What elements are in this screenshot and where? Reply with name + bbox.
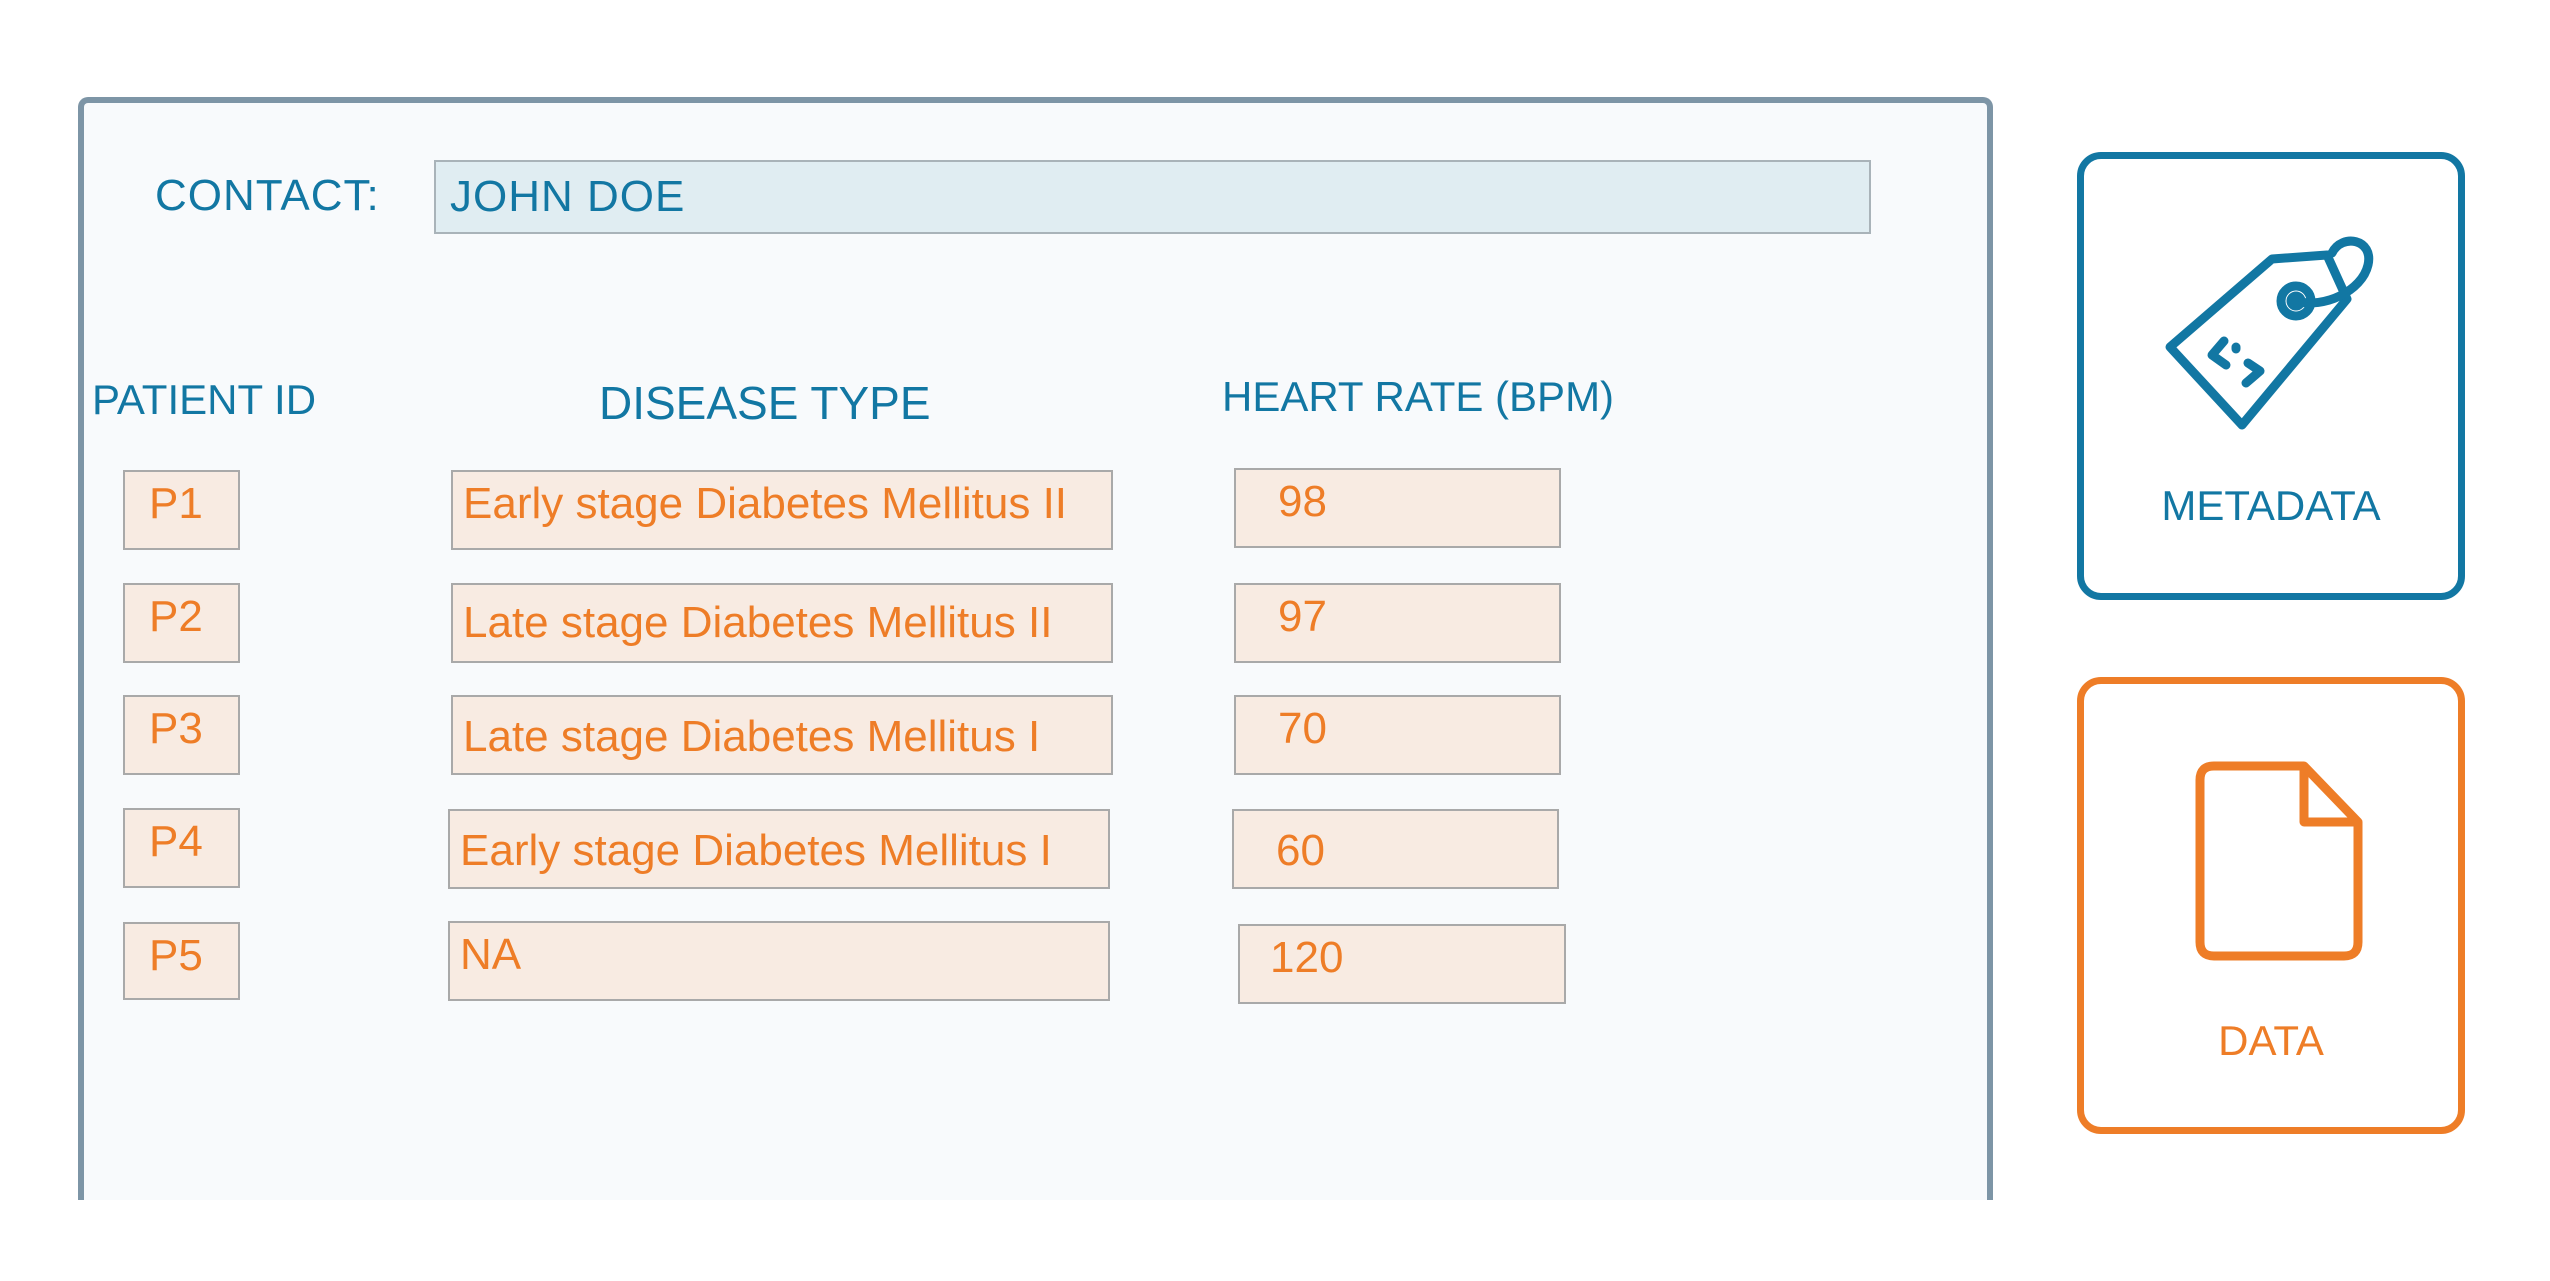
disease-type-cell[interactable]: Late stage Diabetes Mellitus II (451, 583, 1113, 663)
disease-type-header: DISEASE TYPE (599, 377, 931, 429)
patient-id-header: PATIENT ID (92, 376, 317, 423)
disease-type-cell[interactable]: Early stage Diabetes Mellitus II (451, 470, 1113, 550)
heart-rate-cell[interactable]: 70 (1234, 695, 1561, 775)
contact-field[interactable]: JOHN DOE (434, 160, 1871, 234)
patient-id-cell[interactable]: P2 (123, 583, 240, 663)
patient-id-cell[interactable]: P3 (123, 695, 240, 775)
tag-icon (2165, 236, 2374, 430)
data-card[interactable]: DATA (2077, 677, 2465, 1134)
contact-label: CONTACT: (155, 171, 380, 220)
heart-rate-cell[interactable]: 97 (1234, 583, 1561, 663)
heart-rate-cell[interactable]: 98 (1234, 468, 1561, 548)
patient-id-cell[interactable]: P4 (123, 808, 240, 888)
document-icon (2195, 761, 2363, 961)
data-label: DATA (2218, 1017, 2324, 1064)
heart-rate-cell[interactable]: 120 (1238, 924, 1566, 1004)
metadata-card[interactable]: METADATA (2077, 152, 2465, 600)
page: CONTACT: JOHN DOE PATIENT ID DISEASE TYP… (0, 0, 2550, 1281)
patient-id-cell[interactable]: P1 (123, 470, 240, 550)
patient-id-cell[interactable]: P5 (123, 922, 240, 1000)
disease-type-cell[interactable]: Early stage Diabetes Mellitus I (448, 809, 1110, 889)
metadata-label: METADATA (2161, 482, 2381, 529)
disease-type-cell[interactable]: NA (448, 921, 1110, 1001)
heart-rate-cell[interactable]: 60 (1232, 809, 1559, 889)
disease-type-cell[interactable]: Late stage Diabetes Mellitus I (451, 695, 1113, 775)
heart-rate-header: HEART RATE (BPM) (1222, 373, 1615, 420)
